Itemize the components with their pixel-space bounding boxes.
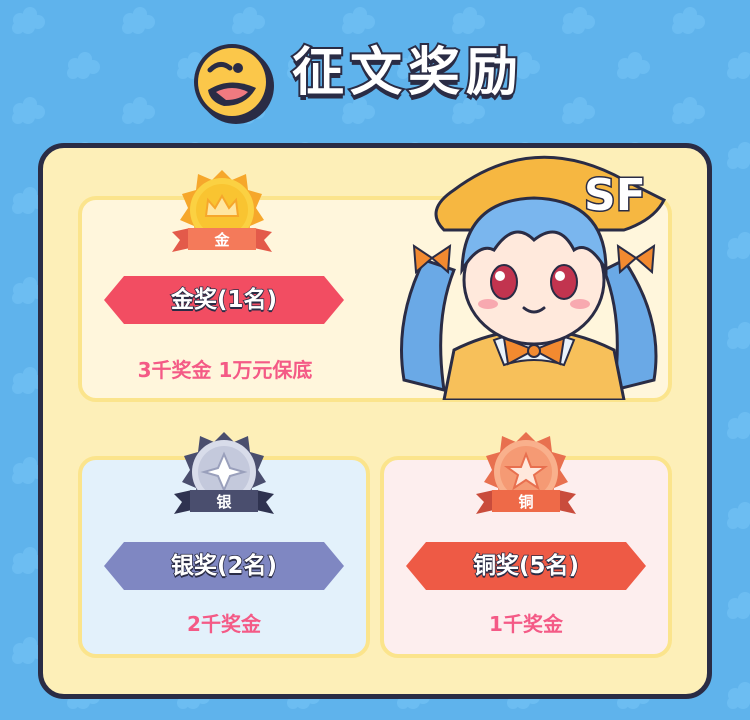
gold-award-prize: 3千奖金 1万元保底 bbox=[137, 358, 313, 382]
sf-logo: SF bbox=[584, 170, 646, 221]
silver-award-ribbon: 银奖(2名) bbox=[104, 542, 344, 590]
silver-medal-text: 银 bbox=[216, 493, 232, 511]
gold-award-label: 金奖(1名) bbox=[170, 286, 278, 314]
bronze-award-prize: 1千奖金 bbox=[489, 612, 563, 636]
bronze-medal-text: 铜 bbox=[518, 493, 534, 511]
duck-face-icon bbox=[194, 44, 274, 124]
bronze-award-label: 铜奖(5名) bbox=[472, 552, 580, 580]
bronze-medal: 铜 bbox=[476, 428, 576, 524]
page-title: 征文奖励 bbox=[290, 41, 525, 105]
silver-medal: 银 bbox=[174, 428, 274, 524]
bronze-award-ribbon: 铜奖(5名) bbox=[406, 542, 646, 590]
silver-award-prize: 2千奖金 bbox=[187, 612, 261, 636]
gold-award-ribbon: 金奖(1名) bbox=[104, 276, 344, 324]
anime-girl-mascot: SF bbox=[400, 155, 667, 400]
gold-medal: 金 bbox=[172, 166, 272, 262]
gold-medal-text: 金 bbox=[214, 231, 230, 249]
silver-award-label: 银奖(2名) bbox=[170, 552, 278, 580]
